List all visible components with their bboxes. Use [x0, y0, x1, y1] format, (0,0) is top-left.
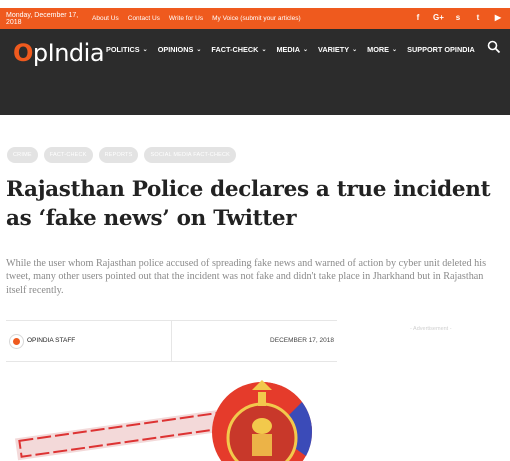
tag-crime[interactable]: CRIME [7, 147, 38, 163]
chevron-down-icon: ⌄ [196, 47, 202, 53]
current-date: Monday, December 17, 2018 [6, 11, 79, 26]
tag-social-media-fact-check[interactable]: SOCIAL MEDIA FACT-CHECK [144, 147, 237, 163]
author-avatar[interactable] [9, 334, 24, 349]
nav-label: SUPPORT OPINDIA [407, 45, 475, 54]
google-plus-icon[interactable]: G+ [433, 13, 444, 23]
nav-label: VARIETY [318, 45, 350, 54]
about-us-link[interactable]: About Us [92, 15, 119, 22]
avatar-logo-icon [13, 338, 20, 345]
nav-variety[interactable]: VARIETY ⌄ [318, 45, 357, 54]
chevron-down-icon: ⌄ [142, 47, 148, 53]
tag-reports[interactable]: REPORTS [98, 147, 139, 163]
nav-politics[interactable]: POLITICS ⌄ [106, 45, 148, 54]
twitter-icon[interactable]: t [473, 13, 483, 23]
contact-us-link[interactable]: Contact Us [128, 15, 160, 22]
site-header: OpIndia POLITICS ⌄ OPINIONS ⌄ FACT-CHECK ⌄ … [0, 29, 510, 115]
chevron-down-icon: ⌄ [352, 47, 358, 53]
featured-image[interactable] [6, 368, 337, 461]
article-title: Rajasthan Police declares a true inciden… [6, 177, 491, 231]
logo-mark: O [13, 39, 33, 67]
top-bar: Monday, December 17, 2018 About Us Conta… [0, 0, 510, 29]
top-bar-strip: Monday, December 17, 2018 About Us Conta… [0, 8, 510, 29]
nav-more[interactable]: MORE ⌄ [367, 45, 397, 54]
search-icon[interactable] [487, 40, 501, 54]
nav-label: POLITICS [106, 45, 140, 54]
nav-label: MEDIA [276, 45, 300, 54]
youtube-icon[interactable]: ▶ [493, 13, 503, 23]
nav-label: OPINIONS [157, 45, 194, 54]
nav-opinions[interactable]: OPINIONS ⌄ [158, 45, 202, 54]
nav-label: MORE [367, 45, 390, 54]
chevron-down-icon: ⌄ [392, 47, 398, 53]
nav-label: FACT-CHECK [211, 45, 259, 54]
article-excerpt: While the user whom Rajasthan police acc… [6, 258, 487, 296]
main-nav: POLITICS ⌄ OPINIONS ⌄ FACT-CHECK ⌄ MEDIA ⌄ V… [106, 45, 485, 54]
rss-icon[interactable]: ѕ [453, 13, 463, 23]
facebook-icon[interactable]: f [413, 13, 423, 23]
site-logo[interactable]: OpIndia [13, 39, 105, 67]
article-meta: OPINDIA STAFF DECEMBER 17, 2018 [6, 320, 337, 362]
police-emblem-illustration [6, 368, 337, 461]
publish-date: DECEMBER 17, 2018 [270, 337, 334, 344]
top-links: About Us Contact Us Write for Us My Voic… [92, 15, 310, 22]
chevron-down-icon: ⌄ [261, 47, 267, 53]
advertisement-label: - Advertisement - [410, 326, 452, 332]
logo-text: pIndia [32, 39, 105, 67]
author-name[interactable]: OPINDIA STAFF [27, 337, 75, 344]
write-for-us-link[interactable]: Write for Us [169, 15, 203, 22]
article-tags: CRIME FACT-CHECK REPORTS SOCIAL MEDIA FA… [7, 147, 237, 163]
nav-fact-check[interactable]: FACT-CHECK ⌄ [211, 45, 266, 54]
nav-media[interactable]: MEDIA ⌄ [276, 45, 308, 54]
social-links: f G+ ѕ t ▶ [413, 13, 503, 23]
nav-support-opindia[interactable]: SUPPORT OPINDIA [407, 45, 475, 54]
my-voice-link[interactable]: My Voice (submit your articles) [212, 15, 301, 22]
tag-fact-check[interactable]: FACT-CHECK [43, 147, 93, 163]
chevron-down-icon: ⌄ [302, 47, 309, 53]
meta-divider [171, 321, 172, 361]
